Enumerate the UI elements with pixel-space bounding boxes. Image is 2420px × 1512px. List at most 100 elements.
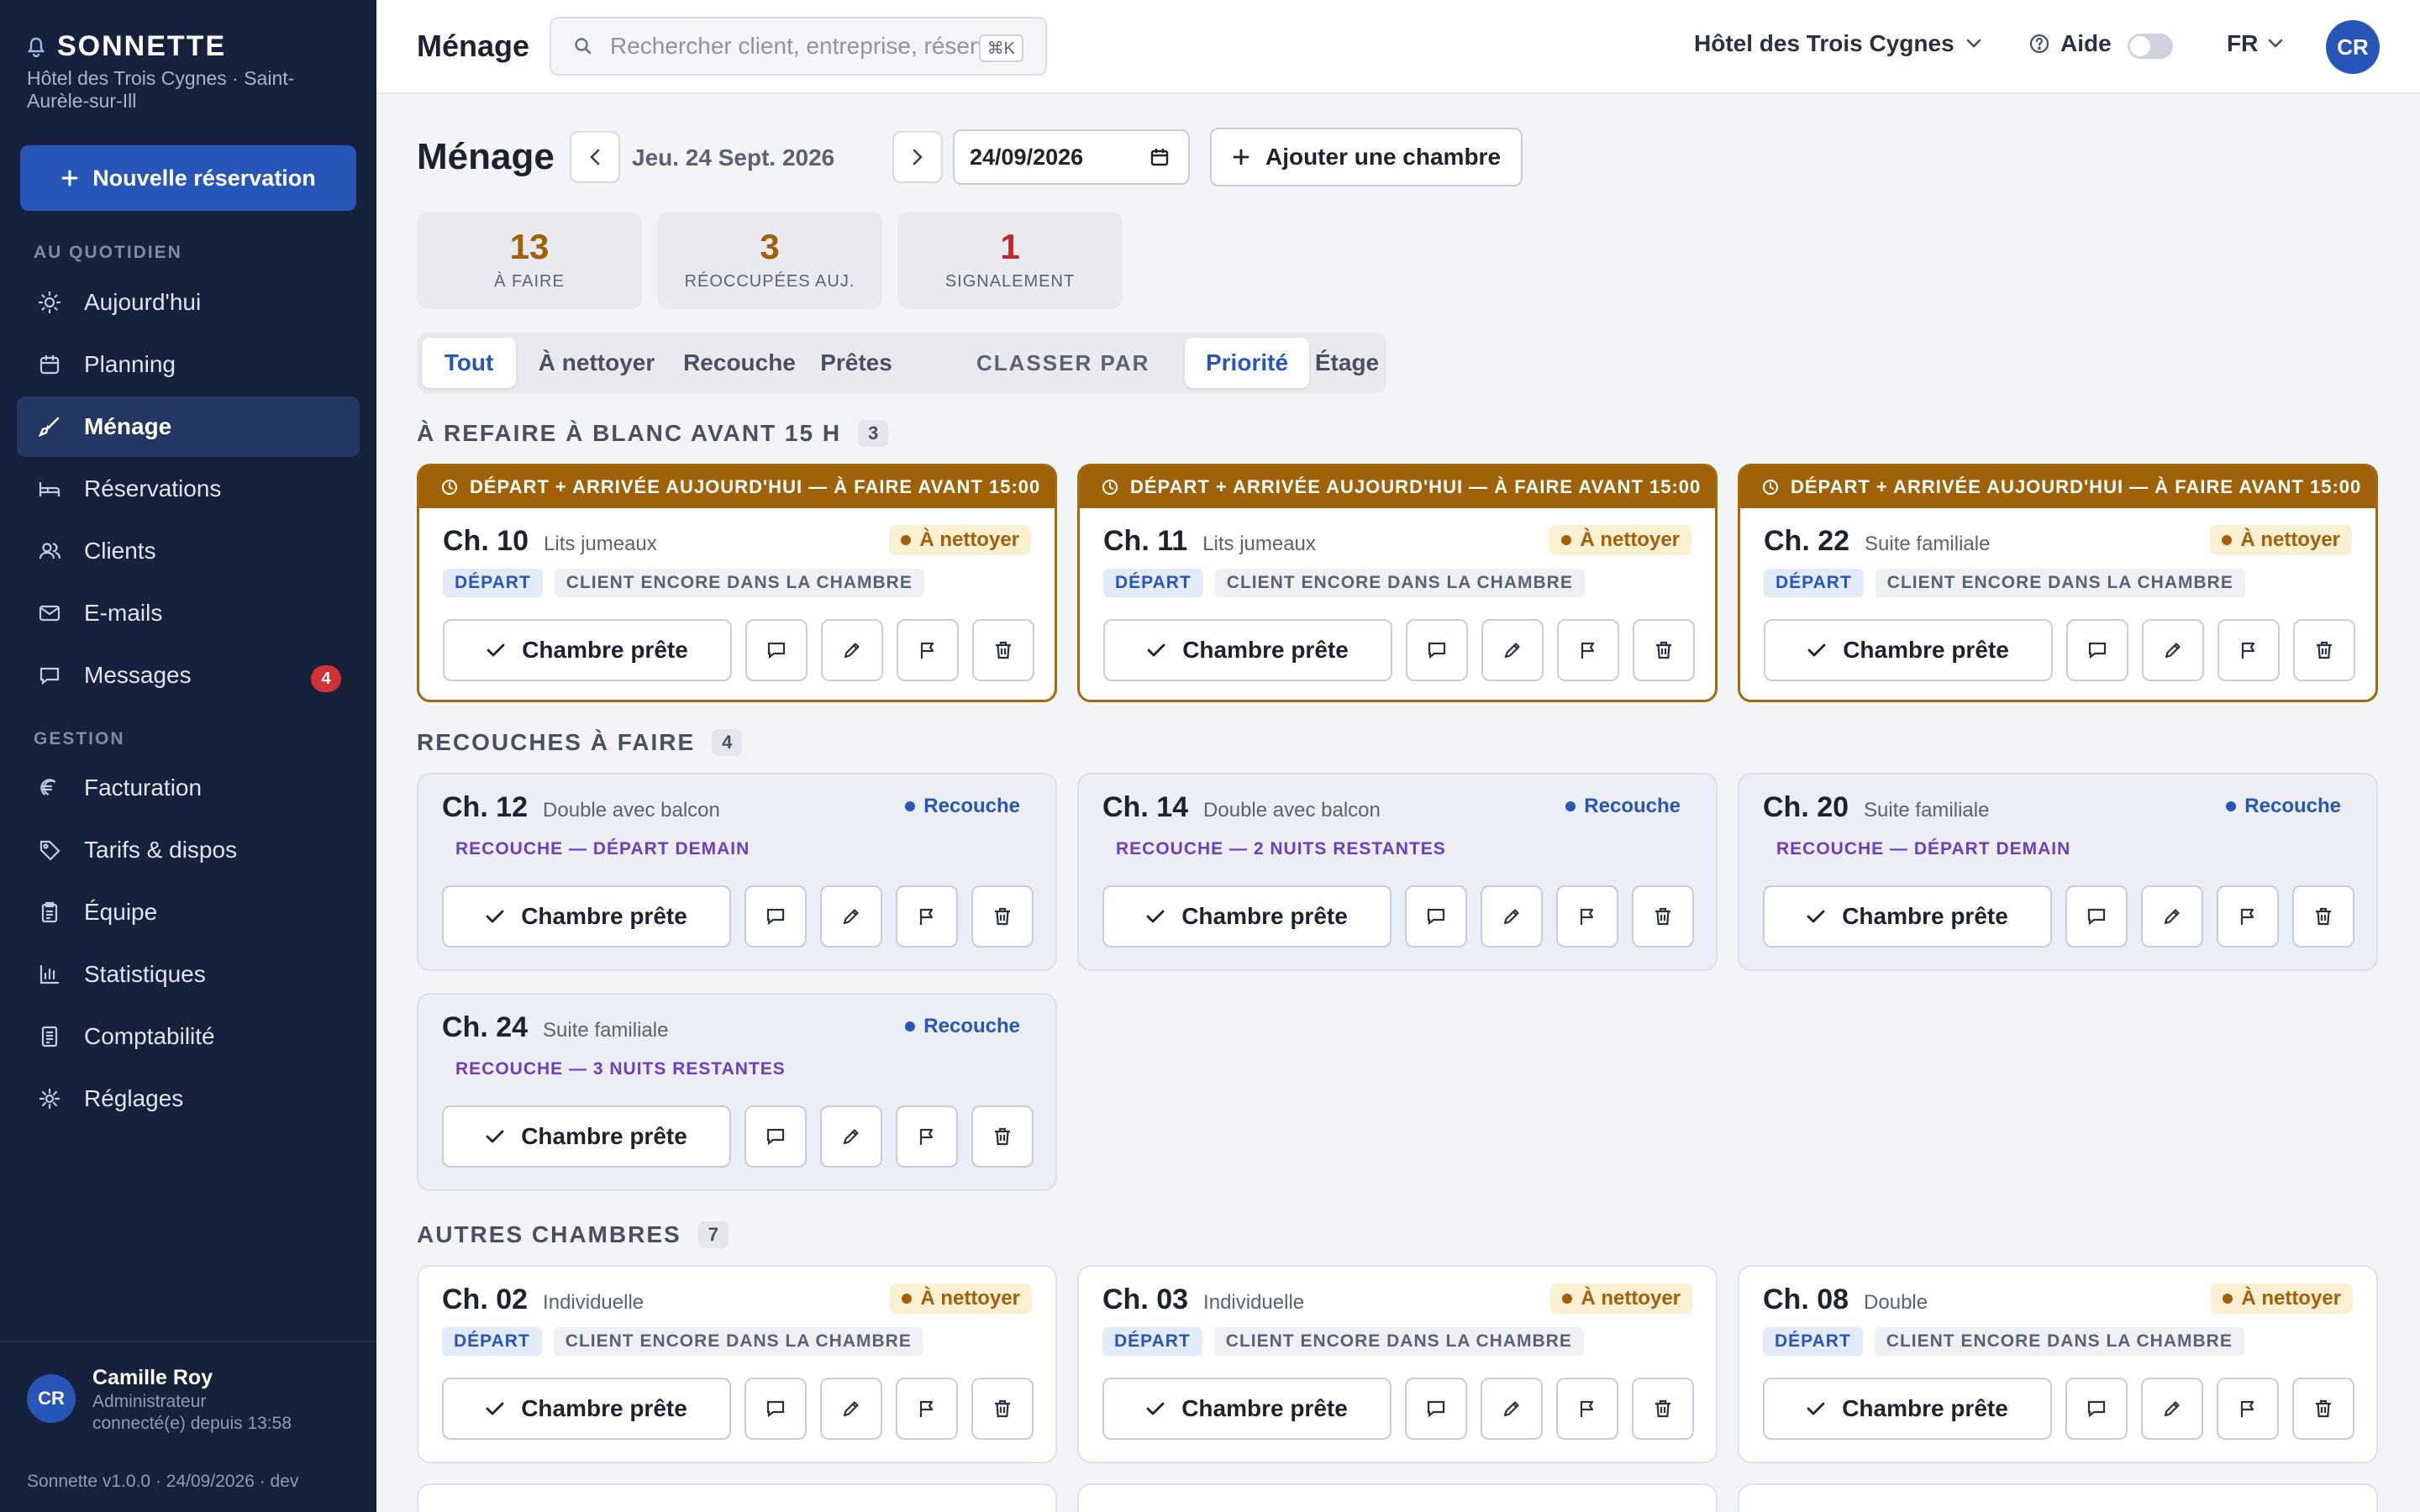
edit-button[interactable]	[820, 885, 882, 948]
edit-button[interactable]	[1481, 619, 1544, 681]
filter-to-clean[interactable]: À nettoyer	[519, 338, 674, 388]
room-tags: RECOUCHE — DÉPART DEMAIN	[1763, 835, 2082, 864]
edit-button[interactable]	[821, 619, 883, 681]
sidebar-item-clients[interactable]: Clients	[17, 521, 360, 581]
next-day-button[interactable]	[892, 131, 943, 183]
comment-button[interactable]	[2065, 885, 2128, 948]
sidebar-item-team[interactable]: Équipe	[17, 882, 360, 942]
comment-button[interactable]	[1405, 885, 1467, 948]
filter-recouche[interactable]: Recouche	[677, 338, 802, 388]
add-room-button[interactable]: Ajouter une chambre	[1210, 128, 1523, 186]
help-toggle[interactable]	[2128, 34, 2173, 59]
flag-button[interactable]	[897, 619, 959, 681]
delete-button[interactable]	[1632, 1378, 1694, 1440]
delete-button[interactable]	[2292, 1378, 2354, 1440]
sidebar-item-accounting[interactable]: Comptabilité	[17, 1006, 360, 1067]
language-selector[interactable]: FR	[2227, 30, 2283, 57]
hotel-name: Hôtel des Trois Cygnes	[1694, 30, 1954, 56]
comment-button[interactable]	[1406, 619, 1468, 681]
edit-button[interactable]	[2141, 885, 2203, 948]
search-box[interactable]: ⌘K	[550, 17, 1047, 76]
comment-button[interactable]	[744, 885, 807, 948]
urgent-banner: DÉPART + ARRIVÉE AUJOURD'HUI — À FAIRE A…	[419, 466, 1055, 508]
help-button[interactable]: Aide	[2028, 30, 2112, 57]
filter-ready[interactable]: Prêtes	[805, 338, 908, 388]
delete-button[interactable]	[1632, 885, 1694, 948]
room-ready-button[interactable]: Chambre prête	[1102, 1378, 1392, 1440]
delete-button[interactable]	[971, 885, 1034, 948]
delete-button[interactable]	[971, 1105, 1034, 1168]
flag-button[interactable]	[896, 1105, 958, 1168]
comment-button[interactable]	[745, 619, 808, 681]
user-card[interactable]: CR Camille Roy Administrateur connecté(e…	[27, 1364, 292, 1435]
flag-button[interactable]	[2217, 619, 2280, 681]
room-ready-button[interactable]: Chambre prête	[1763, 885, 2052, 948]
sidebar-item-today[interactable]: Aujourd'hui	[17, 272, 360, 333]
sidebar-item-reservations[interactable]: Réservations	[17, 459, 360, 519]
sidebar-item-billing[interactable]: Facturation	[17, 758, 360, 818]
edit-button[interactable]	[1481, 1378, 1543, 1440]
sidebar-item-settings[interactable]: Réglages	[17, 1068, 360, 1129]
sidebar-item-stats[interactable]: Statistiques	[17, 944, 360, 1005]
flag-button[interactable]	[1557, 619, 1619, 681]
room-ready-button[interactable]: Chambre prête	[442, 1105, 731, 1168]
flag-button[interactable]	[896, 885, 958, 948]
sort-floor[interactable]: Étage	[1313, 338, 1381, 388]
comment-button[interactable]	[744, 1378, 807, 1440]
sidebar-item-emails[interactable]: E-mails	[17, 583, 360, 643]
room-type: Suite familiale	[1864, 799, 1990, 822]
departure-tag: DÉPART	[1763, 1327, 1863, 1356]
room-type: Suite familiale	[543, 1019, 669, 1042]
sidebar-item-rates[interactable]: Tarifs & dispos	[17, 820, 360, 880]
brand-name: SONNETTE	[57, 30, 227, 62]
edit-button[interactable]	[2142, 619, 2204, 681]
previous-day-button[interactable]	[570, 131, 620, 183]
search-input[interactable]	[610, 33, 1005, 60]
delete-button[interactable]	[971, 1378, 1034, 1440]
delete-button[interactable]	[2292, 885, 2354, 948]
hotel-selector[interactable]: Hôtel des Trois Cygnes	[1694, 30, 1981, 57]
room-ready-button[interactable]: Chambre prête	[442, 1378, 731, 1440]
room-ready-label: Chambre prête	[1843, 637, 2009, 663]
clipboard-icon	[37, 900, 62, 925]
comment-button[interactable]	[744, 1105, 807, 1168]
comment-button[interactable]	[2066, 619, 2128, 681]
flag-button[interactable]	[1556, 1378, 1618, 1440]
flag-button[interactable]	[2217, 1378, 2279, 1440]
card-body: Ch. 10 Lits jumeaux À nettoyer DÉPART CLIENT…	[419, 508, 1055, 702]
flag-icon	[916, 906, 938, 927]
card-actions: Chambre prête	[1102, 1378, 1694, 1440]
flag-button[interactable]	[1556, 885, 1618, 948]
edit-button[interactable]	[2141, 1378, 2203, 1440]
sidebar-item-menage[interactable]: Ménage	[17, 396, 360, 457]
room-ready-button[interactable]: Chambre prête	[1763, 1378, 2052, 1440]
group-title: À REFAIRE À BLANC AVANT 15 H	[417, 420, 842, 446]
flag-button[interactable]	[2217, 885, 2279, 948]
sort-priority[interactable]: Priorité	[1185, 338, 1309, 388]
sidebar-item-planning[interactable]: Planning	[17, 334, 360, 395]
bell-icon	[27, 37, 45, 57]
filter-all[interactable]: Tout	[422, 338, 516, 388]
room-ready-button[interactable]: Chambre prête	[1102, 885, 1392, 948]
new-reservation-button[interactable]: Nouvelle réservation	[20, 145, 356, 211]
edit-button[interactable]	[820, 1378, 882, 1440]
edit-button[interactable]	[1481, 885, 1543, 948]
delete-button[interactable]	[972, 619, 1034, 681]
flag-button[interactable]	[896, 1378, 958, 1440]
comment-button[interactable]	[2065, 1378, 2128, 1440]
pencil-icon	[2162, 639, 2184, 661]
sidebar-item-messages[interactable]: Messages 4	[17, 645, 360, 706]
delete-button[interactable]	[1633, 619, 1695, 681]
card-actions: Chambre prête	[442, 1105, 1034, 1168]
delete-button[interactable]	[2293, 619, 2355, 681]
room-ready-button[interactable]: Chambre prête	[1764, 619, 2053, 681]
room-ready-button[interactable]: Chambre prête	[1103, 619, 1392, 681]
date-picker[interactable]: 24/09/2026	[953, 129, 1190, 185]
group-count: 3	[858, 420, 889, 447]
room-ready-button[interactable]: Chambre prête	[443, 619, 732, 681]
edit-button[interactable]	[820, 1105, 882, 1168]
avatar[interactable]: CR	[2326, 20, 2380, 74]
comment-button[interactable]	[1405, 1378, 1467, 1440]
sidebar-item-label: Réservations	[84, 475, 222, 501]
room-ready-button[interactable]: Chambre prête	[442, 885, 731, 948]
